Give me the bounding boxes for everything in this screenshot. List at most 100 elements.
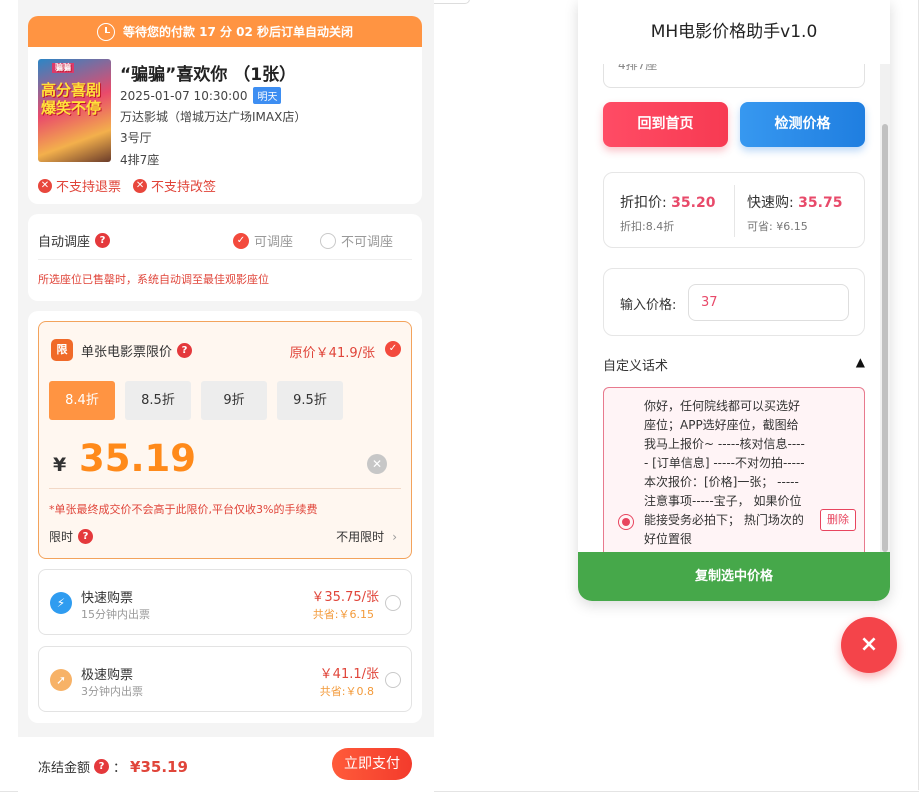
input-price-label: 输入价格: [620,298,677,313]
discount-button-9-5[interactable]: 9.5折 [277,381,343,420]
currency-symbol: ¥ [53,454,67,476]
option-name: 极速购票 [81,668,134,683]
close-icon[interactable]: × [841,617,897,673]
discount-button-8-5[interactable]: 8.5折 [125,381,191,420]
option-name: 快速购票 [81,591,134,606]
help-icon[interactable]: ? [177,343,193,358]
time-limit-selector[interactable]: 不用限时 › [336,528,397,545]
x-circle-icon: ✕ [133,178,148,193]
back-home-button[interactable]: 回到首页 [603,102,728,147]
no-refund-policy: ✕ 不支持退票 [38,176,121,195]
unchecked-radio-icon[interactable] [385,595,401,611]
x-circle-icon: ✕ [38,178,52,193]
script-text: 你好，任何院线都可以买选好座位；APP选好座位，截图给我马上报价~ -----核… [644,399,805,546]
lightning-icon: ⚡ [50,592,72,614]
option-not-adjustable-label: 不可调座 [341,235,394,250]
option-adjustable[interactable]: ✓ 可调座 [233,231,293,250]
delete-button[interactable]: 删除 [820,509,856,531]
price-input-section: 输入价格: [603,268,865,336]
discount-button-8-4[interactable]: 8.4折 [49,381,115,420]
frozen-amount-value: ¥35.19 [130,757,188,776]
hall-name: 3号厅 [120,131,152,145]
page: 等待您的付款 17 分 02 秒后订单自动关闭 骗骗 高分喜剧 爆笑不停 “骗骗… [0,0,921,794]
no-change-label: 不支持改签 [151,180,217,195]
script-item[interactable]: 你好，任何院线都可以买选好座位；APP选好座位，截图给我马上报价~ -----核… [603,387,865,552]
help-icon[interactable]: ? [95,233,111,248]
collapse-triangle-icon[interactable]: ▲ [856,355,865,369]
option-savings: 共省:￥6.15 [312,608,374,621]
discount-rate: 折扣:8.4折 [620,220,675,233]
frame-border-right [918,0,919,790]
price-limit-option[interactable]: 限 单张电影票限价 ? 原价￥41.9/张 ✓ 8.4折 8.5折 9折 9.5… [38,321,412,559]
divider [49,488,401,489]
movie-title: “骗骗”喜欢你 （1张） [120,65,297,85]
ticket-options-card: 限 单张电影票限价 ? 原价￥41.9/张 ✓ 8.4折 8.5折 9折 9.5… [28,311,422,723]
fast-savings: 可省: ¥6.15 [747,220,808,233]
divider [734,185,735,237]
scrollbar-thumb[interactable] [882,124,888,552]
seat-field[interactable]: 4排7座 [603,64,865,88]
order-card: 等待您的付款 17 分 02 秒后订单自动关闭 骗骗 高分喜剧 爆笑不停 “骗骗… [28,16,422,204]
panel-title: MH电影价格助手v1.0 [650,22,818,42]
showtime-datetime: 2025-01-07 10:30:00 [120,89,248,103]
price-helper-panel: MH电影价格助手v1.0 4排7座 回到首页 检测价格 折扣价: 35.20 折… [578,0,890,601]
price-input[interactable] [688,284,849,321]
ticket-policy: ✕ 不支持退票 ✕ 不支持改签 [38,176,216,195]
seat-adjust-title: 自动调座 [38,235,91,250]
no-change-policy: ✕ 不支持改签 [133,176,216,195]
panel-scroll-area[interactable]: 4排7座 回到首页 检测价格 折扣价: 35.20 折扣:8.4折 快速购: 3… [578,64,890,552]
day-badge: 明天 [253,87,282,104]
payment-countdown-banner: 等待您的付款 17 分 02 秒后订单自动关闭 [28,16,422,47]
movie-poster[interactable]: 骗骗 高分喜剧 爆笑不停 [38,59,111,162]
express-purchase-option[interactable]: ➚ 极速购票 3分钟内出票 ￥41.1/张 共省:￥0.8 [38,646,412,712]
seat-adjust-label: 自动调座 ? [38,231,111,250]
pay-now-button[interactable]: 立即支付 [332,748,412,780]
scrollbar-track[interactable] [880,64,890,552]
discount-button-9[interactable]: 9折 [201,381,267,420]
divider [38,259,412,260]
price-summary: 折扣价: 35.20 折扣:8.4折 快速购: 35.75 可省: ¥6.15 [603,172,865,248]
discount-price-label: 折扣价: [620,195,667,211]
poster-badge: 骗骗 [52,63,74,73]
cinema-name: 万达影城（增城万达广场IMAX店） [120,110,307,124]
selected-radio-icon[interactable] [618,514,634,530]
fast-price-label: 快速购: [747,195,794,211]
copy-selected-price-button[interactable]: 复制选中价格 [578,552,890,601]
limit-price-input[interactable]: 35.19 [79,437,196,480]
discount-price: 折扣价: 35.20 [620,192,715,212]
custom-script-title: 自定义话术 [603,359,669,374]
clear-icon[interactable]: ✕ [367,454,387,474]
chevron-right-icon: › [392,530,397,544]
checked-radio-icon[interactable]: ✓ [385,341,401,357]
countdown-text: 等待您的付款 17 分 02 秒后订单自动关闭 [122,25,354,39]
seat-adjust-note: 所选座位已售罄时，系统自动调至最佳观影座位 [38,273,269,286]
checked-radio-icon: ✓ [233,232,249,249]
price-limit-icon: 限 [51,339,73,361]
payment-bar: 冻结金额 ? ： ¥35.19 立即支付 [18,737,434,794]
colon: ： [113,761,127,776]
original-price: 原价￥41.9/张 [289,346,375,361]
option-savings: 共省:￥0.8 [319,685,374,698]
option-subtitle: 15分钟内出票 [81,608,150,621]
fast-price-value: 35.75 [798,195,843,211]
poster-text: 高分喜剧 [41,81,102,99]
option-price: ￥41.1/张 [319,667,379,682]
unchecked-radio-icon [320,232,336,249]
option-subtitle: 3分钟内出票 [81,685,143,698]
no-refund-label: 不支持退票 [56,180,122,195]
help-icon[interactable]: ? [78,529,94,544]
option-not-adjustable[interactable]: 不可调座 [320,231,393,250]
unchecked-radio-icon[interactable] [385,672,401,688]
time-limit-title: 限时 [49,530,74,544]
price-limit-title: 单张电影票限价 ? [81,341,193,360]
fast-price: 快速购: 35.75 [747,192,842,212]
discount-price-value: 35.20 [671,195,716,211]
frozen-amount: 冻结金额 ? ： ¥35.19 [38,757,188,777]
fast-purchase-option[interactable]: ⚡ 快速购票 15分钟内出票 ￥35.75/张 共省:￥6.15 [38,569,412,635]
help-icon[interactable]: ? [94,759,110,774]
showtime: 2025-01-07 10:30:00 明天 [120,87,282,104]
clock-icon [96,22,115,41]
time-limit-label: 限时 ? [49,528,94,545]
check-price-button[interactable]: 检测价格 [740,102,865,147]
frozen-amount-label: 冻结金额 [38,761,91,776]
